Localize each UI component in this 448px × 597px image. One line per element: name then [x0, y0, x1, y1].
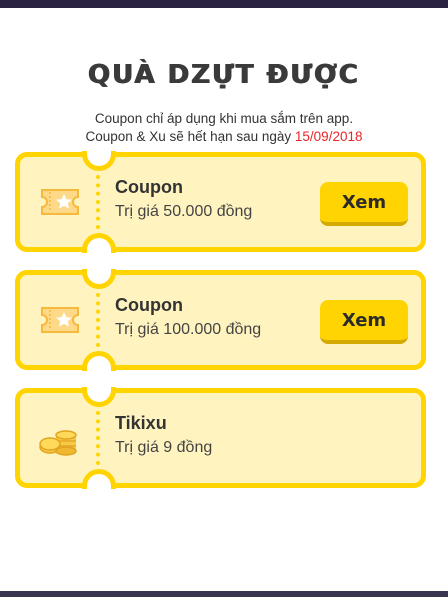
card-notch-top [82, 269, 116, 289]
reward-title: Coupon [115, 177, 183, 197]
card-notch-top [82, 151, 116, 171]
reward-card-tikixu: Tikixu Trị giá 9 đồng [15, 387, 426, 489]
ticket-icon [38, 302, 82, 338]
view-button[interactable]: Xem [320, 300, 408, 344]
coins-icon [38, 421, 82, 457]
view-button[interactable]: Xem [320, 182, 408, 226]
bottom-backdrop-strip [0, 591, 448, 597]
card-notch-bottom [82, 233, 116, 253]
card-notch-top [82, 387, 116, 407]
ticket-icon [38, 184, 82, 220]
card-divider [96, 411, 100, 465]
reward-value: Trị giá 50.000 đồng [115, 203, 253, 220]
reward-title: Coupon [115, 295, 183, 315]
reward-card-coupon-2: Coupon Trị giá 100.000 đồng Xem [15, 269, 426, 371]
modal-title: QUÀ DZỰT ĐƯỢC [88, 60, 360, 90]
top-backdrop-strip [0, 0, 448, 8]
expiry-date: 15/09/2018 [294, 129, 363, 144]
card-notch-bottom [82, 351, 116, 371]
subtitle-line-2: Coupon & Xu sẽ hết hạn sau ngày 15/09/20… [0, 128, 448, 146]
subtitle-line-1: Coupon chỉ áp dụng khi mua sắm trên app. [94, 111, 354, 126]
reward-title: Tikixu [115, 413, 167, 433]
subtitle-line-2-text: Coupon & Xu sẽ hết hạn sau ngày [85, 129, 295, 144]
card-divider [96, 293, 100, 347]
reward-value: Trị giá 9 đồng [115, 439, 213, 456]
card-divider [96, 175, 100, 229]
modal-subtitle: Coupon chỉ áp dụng khi mua sắm trên app.… [0, 110, 448, 146]
reward-value: Trị giá 100.000 đồng [115, 321, 262, 338]
reward-modal: QUÀ DZỰT ĐƯỢC Coupon chỉ áp dụng khi mua… [0, 8, 448, 591]
reward-card-coupon-1: Coupon Trị giá 50.000 đồng Xem [15, 151, 426, 253]
card-notch-bottom [82, 469, 116, 489]
